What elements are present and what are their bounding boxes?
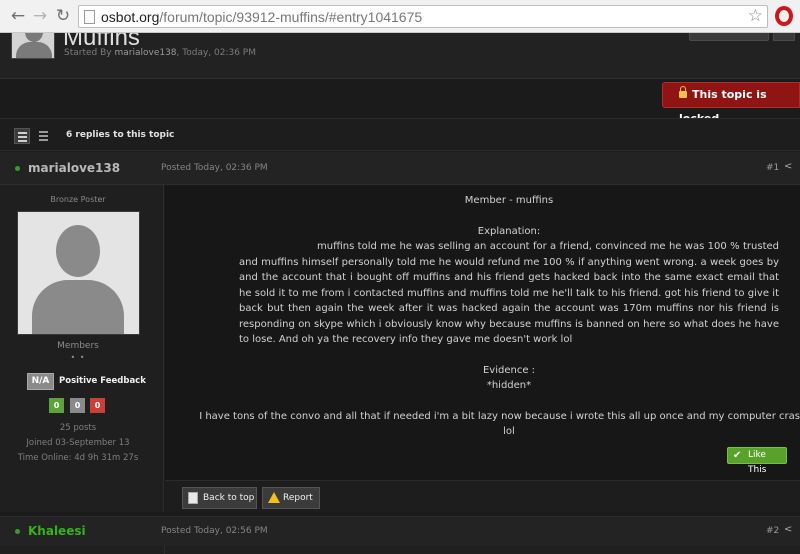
post-number-link[interactable]: #2 [766,526,779,536]
back-to-top-button[interactable]: Back to top [182,487,257,509]
address-bar[interactable]: osbot.org/forum/topic/93912-muffins/#ent… [78,5,768,28]
post-header: marialove138 Posted Today, 02:36 PM #1 < [0,152,800,185]
share-icon[interactable]: < [784,525,794,535]
topic-action-button-2[interactable] [773,33,795,41]
topic-starter-link[interactable]: marialove138 [114,48,176,58]
like-button[interactable]: ✔ Like This [727,447,787,475]
joined-date: Joined 03-September 13 [26,438,130,448]
author-avatar[interactable] [17,211,140,335]
reload-icon[interactable]: ↻ [53,6,73,26]
online-status-icon [15,166,20,171]
page-icon [84,10,95,24]
post-author-link[interactable]: marialove138 [28,161,120,175]
online-status-icon [15,529,20,534]
browser-toolbar: ← → ↻ osbot.org/forum/topic/93912-muffin… [0,0,800,33]
explanation-text: muffins told me he was selling an accoun… [239,241,779,345]
post-count: 25 posts [59,423,97,433]
member-group: Members [57,341,99,351]
opera-extension-icon[interactable] [775,6,793,26]
post-date: Posted Today, 02:56 PM [161,526,268,536]
evidence-heading: Evidence : [482,364,536,376]
forward-arrow-icon[interactable]: → [30,6,50,26]
url-text: osbot.org/forum/topic/93912-muffins/#ent… [101,9,423,25]
rank-pips: • • [70,353,86,362]
explanation-heading: Explanation: [477,225,541,237]
post-text: Member - muffins Explanation: muffins to… [199,193,800,440]
lock-icon [679,86,687,98]
report-button[interactable]: Report [262,487,320,509]
bookmark-star-icon[interactable]: ☆ [748,6,763,26]
divider [164,546,165,554]
back-arrow-icon[interactable]: ← [8,6,28,26]
list-view-icon[interactable] [36,128,52,144]
replies-bar: 6 replies to this topic [0,118,800,151]
topic-action-button[interactable] [689,33,769,41]
reputation-label: Positive Feedback [59,376,146,386]
topic-header: Muffins Started By marialove138, Today, … [0,33,800,79]
topic-locked-badge: This topic is locked [662,82,800,125]
feedback-neutral-count[interactable]: 0 [70,398,85,413]
feedback-negative-count[interactable]: 0 [90,398,105,413]
rank-title: Bronze Poster [50,195,106,204]
post-date: Posted Today, 02:36 PM [161,163,268,173]
post-content: Member - muffins Explanation: muffins to… [165,185,800,512]
post-header: Khaleesi Posted Today, 02:56 PM #2 < [0,516,800,546]
reputation-badge: N/A [27,373,54,390]
share-icon[interactable]: < [784,162,794,172]
post-number-link[interactable]: #1 [766,163,779,173]
feedback-positive-count[interactable]: 0 [49,398,64,413]
checkmark-icon: ✔ [733,450,742,461]
closing-text: I have tons of the convo and all that if… [199,410,800,438]
author-info-pane: Bronze Poster Members • • N/A Positive F… [0,185,164,512]
warning-icon [268,492,280,503]
post-line-title: Member - muffins [464,195,554,206]
page-icon [188,492,198,504]
threaded-view-icon[interactable] [14,128,30,144]
replies-count: 6 replies to this topic [66,130,175,140]
post-content [0,546,800,554]
post-author-link[interactable]: Khaleesi [28,524,86,538]
post-actions-bar: Back to top Report [165,480,800,512]
time-online: Time Online: 4d 9h 31m 27s [17,453,139,463]
topic-starter-avatar[interactable] [11,33,55,59]
topic-meta: Started By marialove138, Today, 02:36 PM [64,48,256,58]
evidence-value: *hidden* [486,380,532,391]
